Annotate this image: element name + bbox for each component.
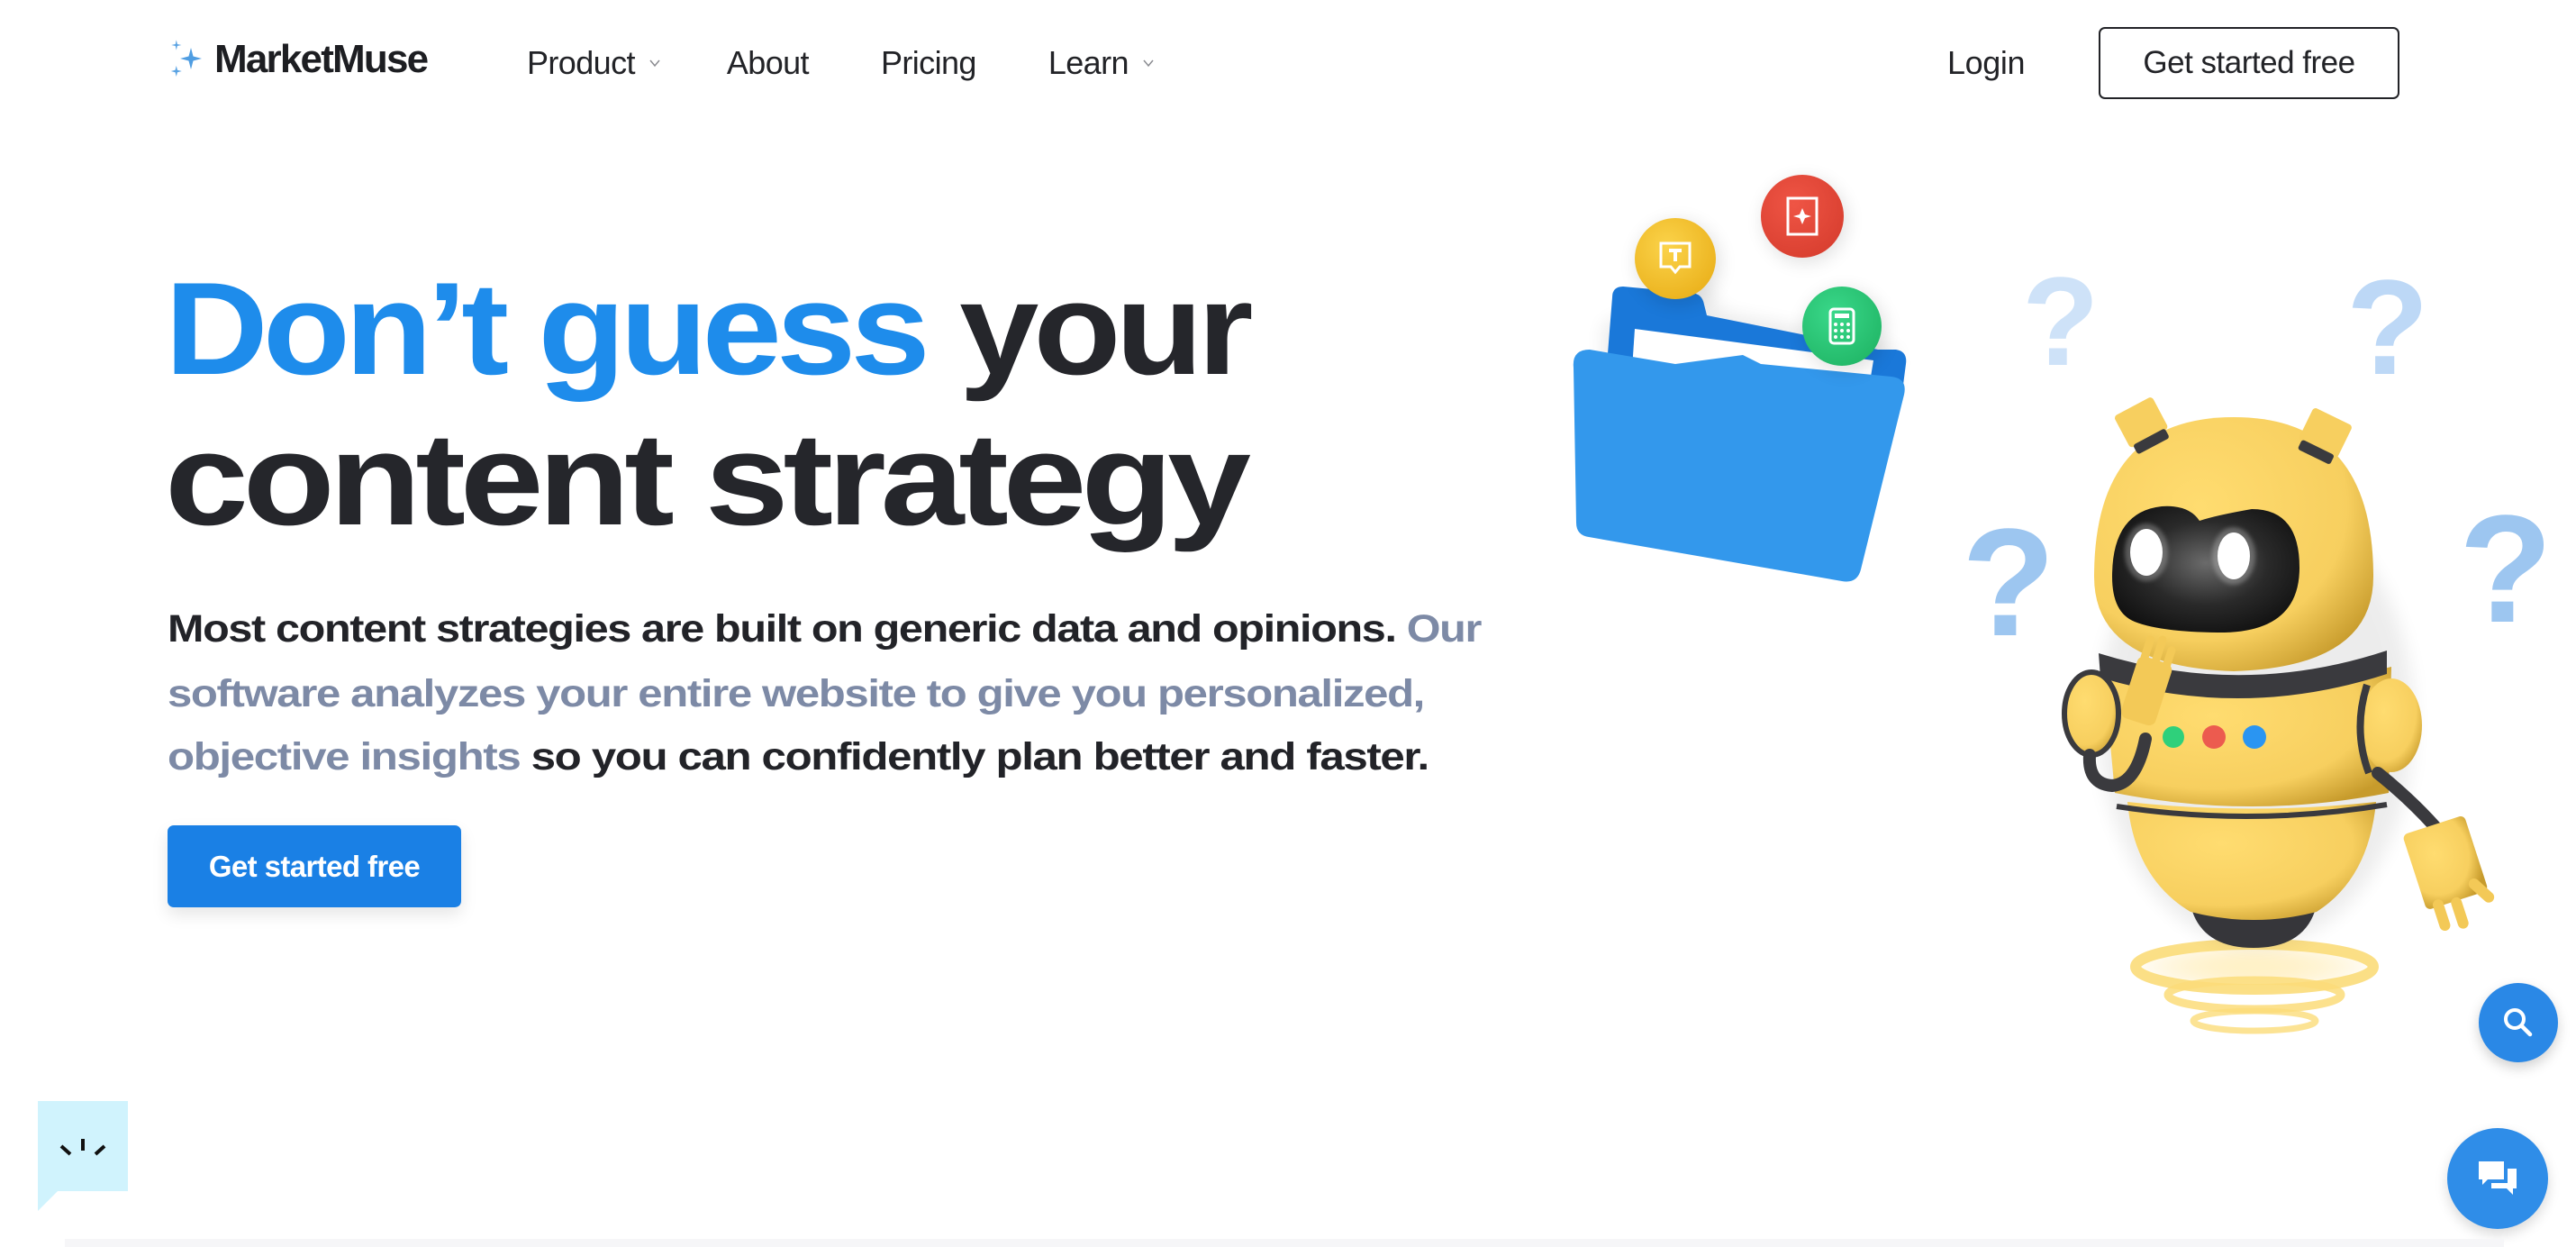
robot-illustration xyxy=(2062,397,2495,1034)
badge-calculator-icon xyxy=(1802,287,1885,371)
nav-about-label: About xyxy=(726,44,810,81)
badge-sparkle-card-icon xyxy=(1761,175,1846,262)
nav-pricing[interactable]: Pricing xyxy=(881,44,976,82)
sparkles-icon xyxy=(170,40,202,77)
hero-lead-line2: software analyzes your entire website to… xyxy=(168,670,1425,717)
chat-button[interactable] xyxy=(2447,1128,2548,1229)
login-link[interactable]: Login xyxy=(1947,40,2025,86)
lead-strong-text: Most content strategies are built on gen… xyxy=(168,607,1397,651)
hero-lead-line1: Most content strategies are built on gen… xyxy=(168,605,1483,652)
nav-pricing-label: Pricing xyxy=(880,44,976,81)
nav-product[interactable]: Product xyxy=(527,44,660,82)
feedback-widget[interactable] xyxy=(38,1101,128,1213)
lead-strong-text: so you can confidently plan better and f… xyxy=(520,735,1430,778)
hero-lead-line3: objective insights so you can confidentl… xyxy=(168,733,1429,780)
lead-muted-text: Our xyxy=(1395,607,1483,651)
nav-learn[interactable]: Learn xyxy=(1048,44,1154,82)
question-mark: ? xyxy=(2346,251,2429,403)
header-get-started-button[interactable]: Get started free xyxy=(2099,27,2399,99)
search-icon xyxy=(2504,1008,2533,1037)
chat-icon xyxy=(2479,1161,2517,1195)
feedback-bubble-icon xyxy=(38,1101,128,1211)
chevron-down-icon xyxy=(1143,59,1154,68)
question-mark: ? xyxy=(2459,484,2553,655)
hero-get-started-button[interactable]: Get started free xyxy=(168,825,461,907)
folder-illustration xyxy=(1573,287,1907,582)
next-section-edge xyxy=(65,1239,2504,1247)
logo-text: MarketMuse xyxy=(214,37,429,81)
lead-muted-text: objective insights xyxy=(168,735,522,778)
hero-headline-line2: content strategy xyxy=(165,405,1251,552)
question-mark: ? xyxy=(1962,497,2055,669)
lead-muted-text: software analyzes your entire website to… xyxy=(168,672,1425,715)
nav-learn-label: Learn xyxy=(1048,44,1129,81)
nav-product-label: Product xyxy=(527,44,635,81)
main-nav: Product About Pricing Learn xyxy=(527,40,1154,86)
question-mark: ? xyxy=(2022,250,2100,392)
search-button[interactable] xyxy=(2479,983,2558,1062)
hero-headline-highlight: Don’t guess xyxy=(165,255,930,402)
hero-headline-line1: Don’t guess your xyxy=(165,263,1254,395)
badge-text-icon xyxy=(1635,218,1719,305)
chevron-down-icon xyxy=(649,59,660,68)
hero-headline-rest: your xyxy=(924,255,1254,402)
nav-about[interactable]: About xyxy=(726,44,810,82)
logo[interactable]: MarketMuse xyxy=(168,34,429,85)
